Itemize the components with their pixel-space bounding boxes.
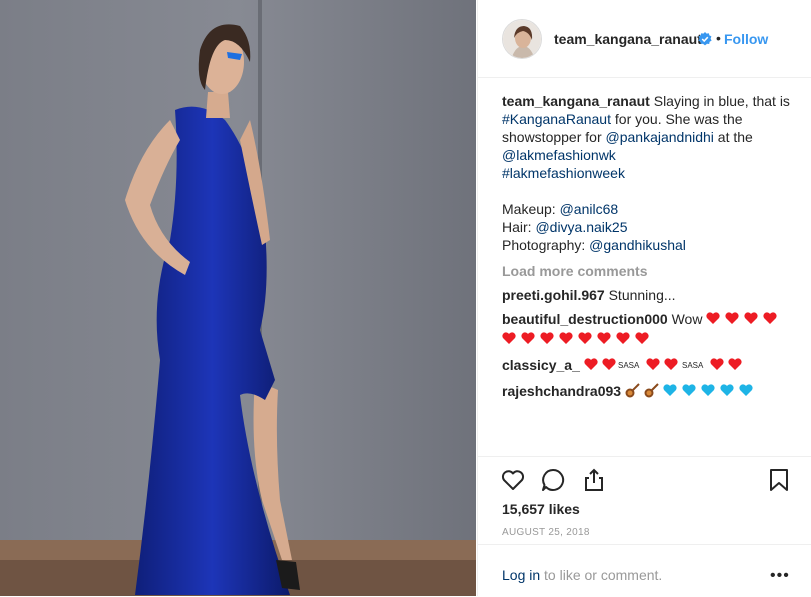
mention-link[interactable]: @anilc68 — [560, 201, 619, 217]
login-prompt: Log in to like or comment. — [502, 567, 662, 583]
post-date[interactable]: AUGUST 25, 2018 — [502, 527, 590, 538]
photo-image — [0, 0, 476, 596]
comment-text: Stunning... — [608, 287, 676, 303]
comment-username[interactable]: beautiful_destruction000 — [502, 311, 668, 327]
more-options-icon[interactable]: ••• — [770, 567, 790, 585]
comment-item: rajeshchandra093 — [502, 382, 792, 402]
separator-dot: • — [716, 30, 721, 46]
red-heart-emoji-row-icon — [502, 330, 654, 350]
verified-badge-icon — [698, 32, 712, 46]
login-footer: Log in to like or comment. ••• — [478, 544, 811, 597]
mention-link[interactable]: @pankajandnidhi — [606, 129, 714, 145]
credit-label: Photography: — [502, 237, 590, 253]
mention-link[interactable]: @divya.naik25 — [535, 219, 627, 235]
red-heart-emoji-row-icon — [706, 311, 782, 329]
like-heart-icon[interactable] — [500, 467, 526, 493]
comment-text: Wow — [671, 311, 703, 327]
hashtag-link[interactable]: #lakmefashionweek — [502, 165, 625, 181]
comment-username[interactable]: preeti.gohil.967 — [502, 287, 605, 303]
sasa-text: SASA — [618, 361, 640, 370]
guitar-blue-heart-emoji-icon — [625, 382, 759, 402]
hashtag-link[interactable]: #KanganaRanaut — [502, 111, 611, 127]
comments-section: team_kangana_ranaut Slaying in blue, tha… — [502, 92, 792, 402]
caption-text: at the — [713, 129, 753, 145]
post-header: team_kangana_ranaut • Follow — [478, 0, 811, 78]
credit-label: Makeup: — [502, 201, 560, 217]
share-icon[interactable] — [581, 467, 607, 493]
bookmark-icon[interactable] — [766, 467, 792, 493]
likes-count[interactable]: 15,657 likes — [502, 501, 580, 517]
comment-item: preeti.gohil.967 Stunning... — [502, 286, 792, 304]
credit-label: Hair: — [502, 219, 536, 235]
comment-icon[interactable] — [540, 467, 566, 493]
login-prompt-text: to like or comment. — [540, 567, 663, 583]
caption-text: Slaying in blue, that is — [653, 93, 790, 109]
heart-sasa-emoji-icon: SASA SASA — [584, 356, 744, 376]
header-username[interactable]: team_kangana_ranaut — [554, 31, 702, 47]
follow-button[interactable]: Follow — [724, 31, 768, 47]
comment-username[interactable]: classicy_a_ — [502, 357, 580, 373]
avatar[interactable] — [502, 19, 542, 59]
load-more-comments-button[interactable]: Load more comments — [502, 262, 792, 280]
comment-item: beautiful_destruction000 Wow — [502, 310, 792, 350]
mention-link[interactable]: @gandhikushal — [589, 237, 686, 253]
post-photo[interactable] — [0, 0, 476, 596]
comment-username[interactable]: rajeshchandra093 — [502, 383, 621, 399]
comment-item: classicy_a_ SASA SASA — [502, 356, 792, 376]
sasa-text: SASA — [682, 361, 704, 370]
caption: team_kangana_ranaut Slaying in blue, tha… — [502, 92, 792, 254]
avatar-image — [503, 20, 541, 58]
caption-username[interactable]: team_kangana_ranaut — [502, 93, 650, 109]
action-bar — [478, 456, 811, 491]
login-link[interactable]: Log in — [502, 567, 540, 583]
mention-link[interactable]: @lakmefashionwk — [502, 147, 616, 163]
post-sidebar: team_kangana_ranaut • Follow team_kangan… — [477, 0, 811, 596]
